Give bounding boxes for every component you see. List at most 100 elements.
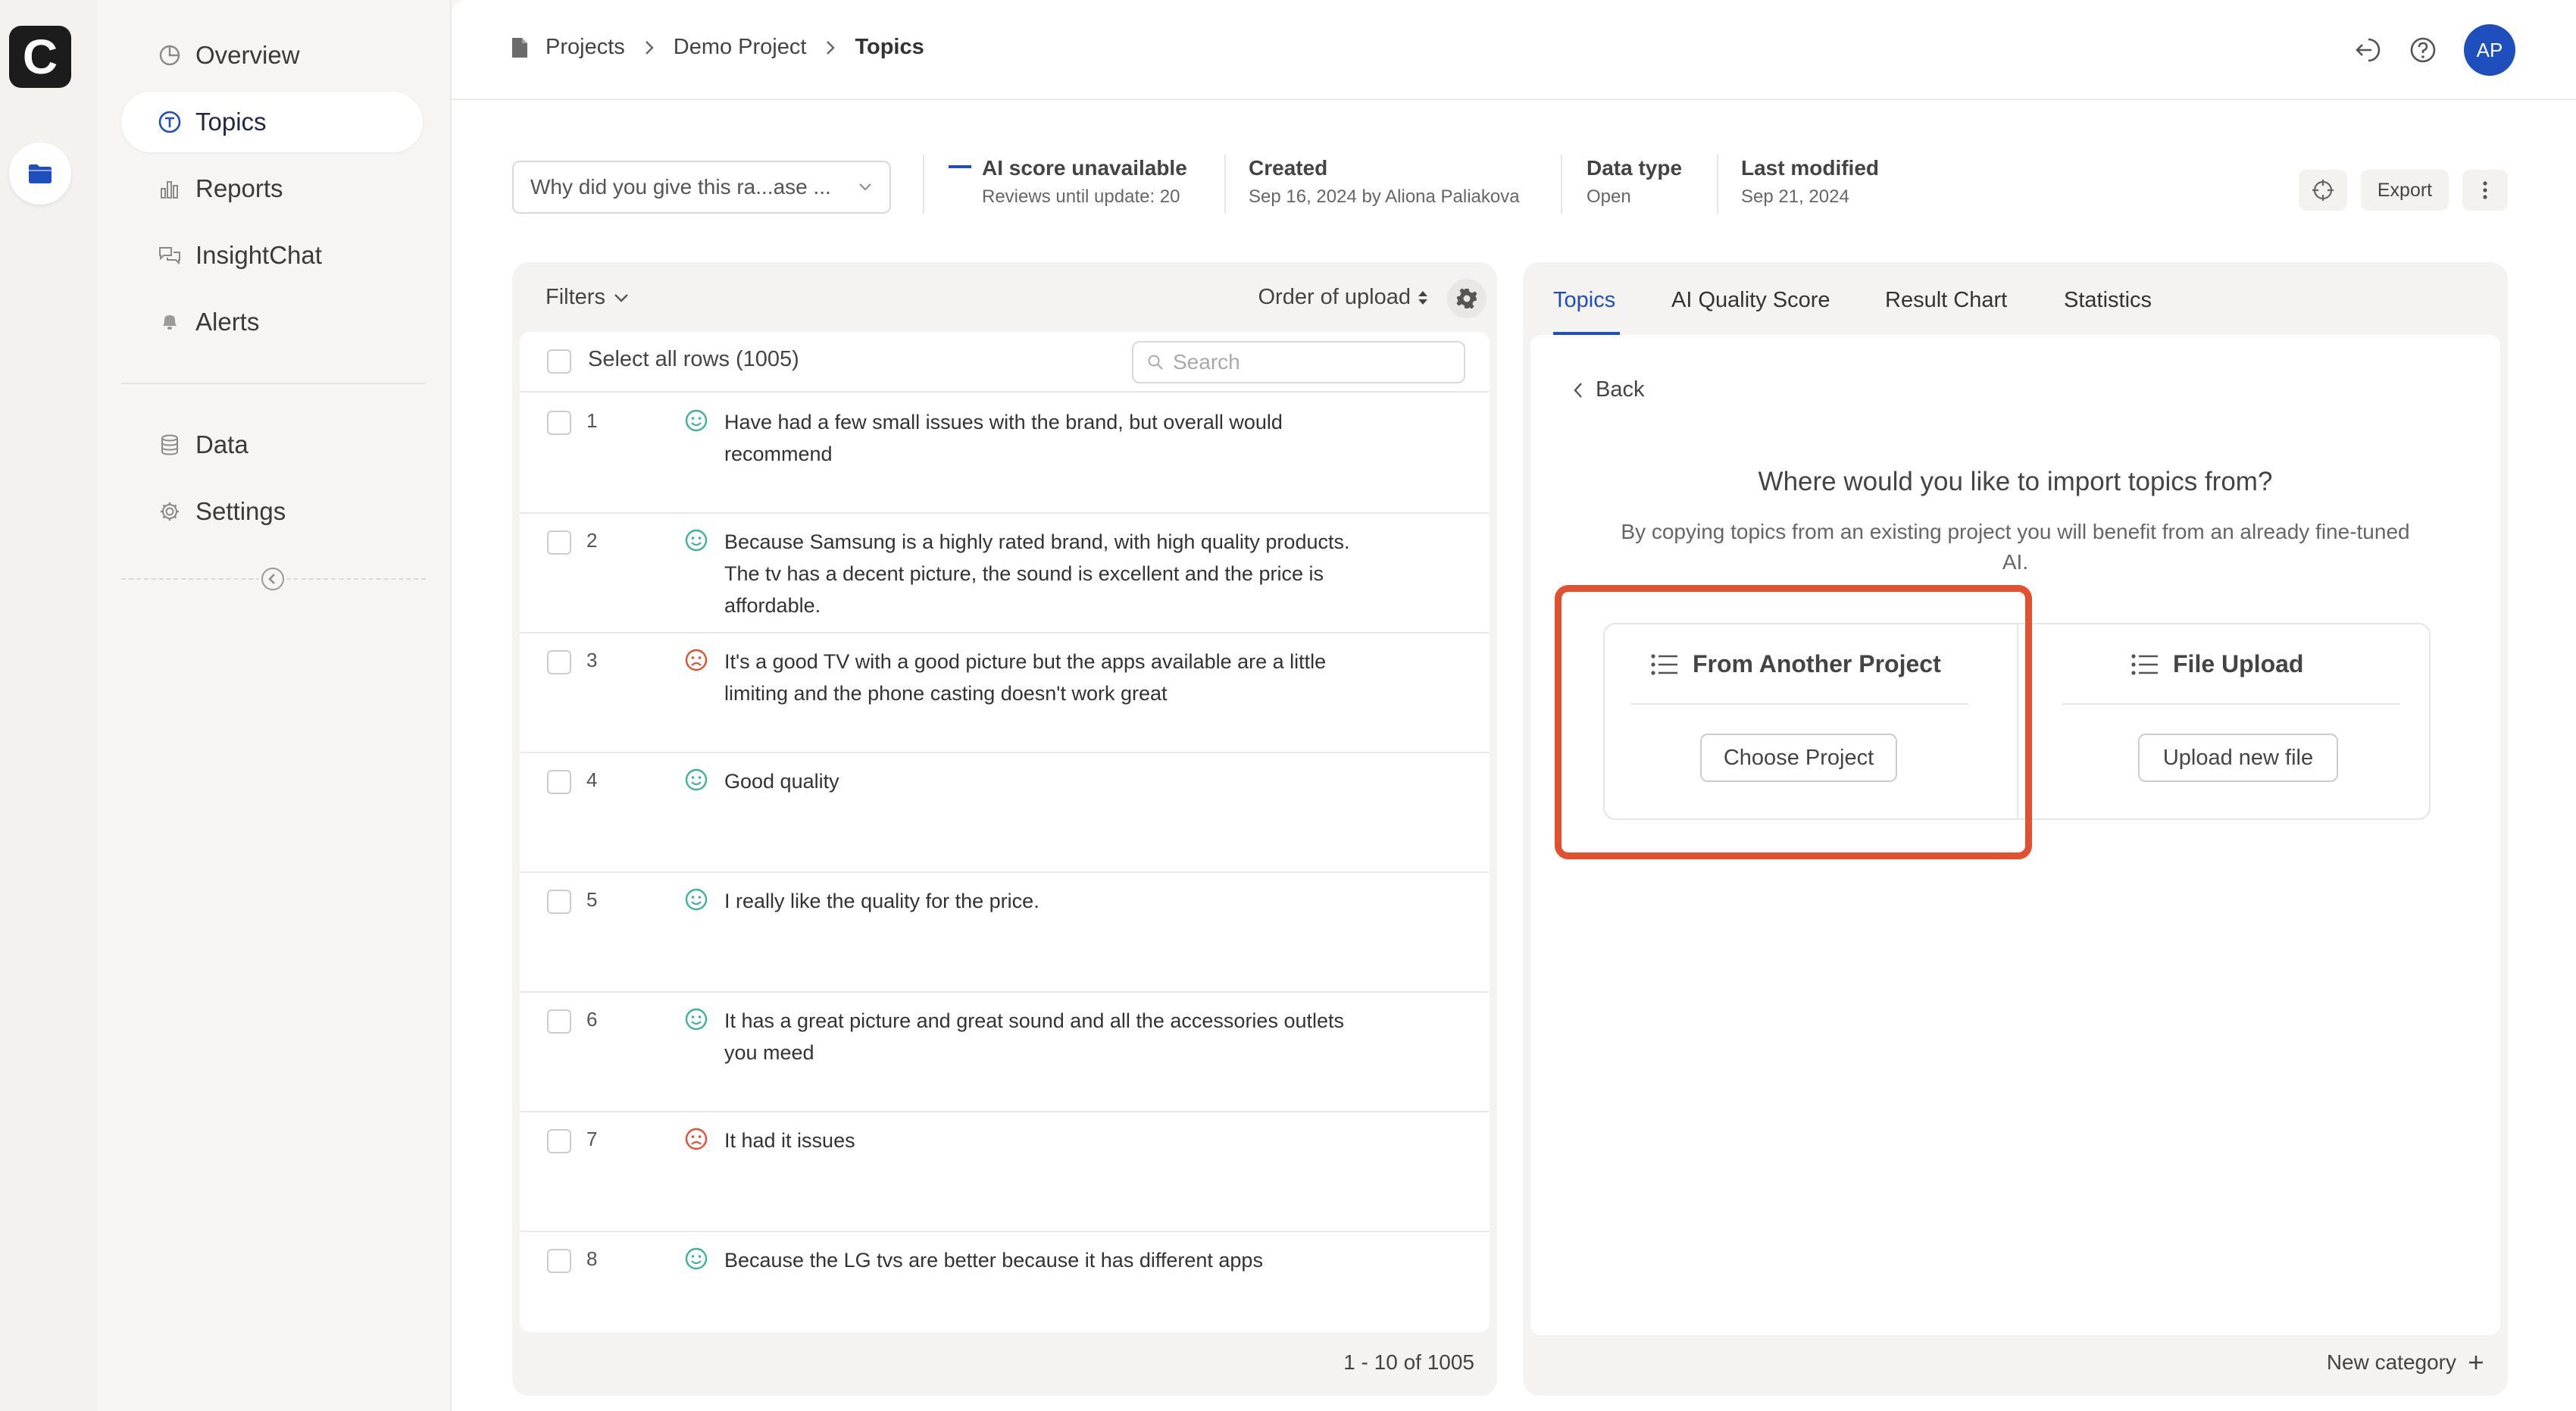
row-text: It's a good TV with a good picture but t… [724,650,1327,705]
sidebar-item-label: InsightChat [195,241,322,269]
gear-icon [158,499,182,524]
row-number: 4 [586,768,598,791]
app-logo[interactable]: C [9,26,71,88]
row-checkbox[interactable] [547,530,571,555]
target-button[interactable] [2299,170,2347,211]
back-label: Back [1596,377,1645,402]
option-title-label: From Another Project [1693,650,1941,677]
breadcrumb: Projects Demo Project Topics [511,35,924,60]
table-row[interactable]: 8 Because the LG tvs are better because i… [520,1231,1490,1332]
breadcrumb-project[interactable]: Demo Project [674,35,807,60]
tab-topics[interactable]: Topics [1553,288,1615,313]
tab-statistics[interactable]: Statistics [2064,288,2152,313]
gear-icon [1455,286,1479,311]
sidebar-item-insightchat[interactable]: InsightChat [121,225,423,286]
back-button[interactable]: Back [1573,377,1644,402]
sad-face-icon [683,1126,709,1152]
topics-panel: Topics AI Quality Score Result Chart Sta… [1523,262,2508,1396]
help-icon[interactable] [2408,35,2438,65]
smiley-face-icon [683,527,709,553]
smiley-face-icon [683,887,709,912]
search-input[interactable]: Search [1132,341,1465,383]
created-sub: Sep 16, 2024 by Aliona Paliakova [1249,186,1520,207]
sidebar-item-label: Data [195,430,249,458]
row-number: 7 [586,1128,598,1150]
topic-t-icon [158,110,182,134]
option-another-project: From Another Project Choose Project [1605,624,2017,818]
table-settings-button[interactable] [1447,279,1487,318]
row-checkbox[interactable] [547,1009,571,1034]
select-all-checkbox[interactable] [547,349,571,374]
sidebar-item-label: Overview [195,41,300,69]
kebab-menu-icon [2482,180,2488,201]
data-type-info: Data type Open [1587,156,1682,208]
sort-order-button[interactable]: Order of upload [1258,285,1429,310]
export-button[interactable]: Export [2361,170,2449,211]
row-number: 8 [586,1247,598,1270]
filters-button[interactable]: Filters [546,285,630,310]
row-text: Have had a few small issues with the bra… [724,411,1283,465]
tab-ai-quality-score[interactable]: AI Quality Score [1671,288,1830,313]
responses-table: Select all rows (1005) Search 1 Have had … [520,332,1490,1332]
table-header: Select all rows (1005) Search [520,332,1490,393]
row-checkbox[interactable] [547,1129,571,1153]
table-row[interactable]: 4 Good quality [520,752,1490,873]
smiley-face-icon [683,1246,709,1272]
table-row[interactable]: 2 Because Samsung is a highly rated brand… [520,512,1490,634]
chevron-right-icon [824,39,836,56]
created-title: Created [1249,156,1328,180]
option-title: From Another Project [1650,650,1941,678]
ai-score-indicator [949,165,971,168]
sidebar-item-data[interactable]: Data [121,415,423,475]
row-number: 6 [586,1008,598,1031]
table-row[interactable]: 3 It's a good TV with a good picture but … [520,632,1490,753]
tab-result-chart[interactable]: Result Chart [1885,288,2007,313]
new-category-label: New category [2326,1350,2456,1374]
row-text: Because the LG tvs are better because it… [724,1249,1263,1272]
sad-face-icon [683,647,709,673]
sidebar-item-topics[interactable]: Topics [121,92,423,152]
sidebar-item-label: Alerts [195,308,260,336]
table-row[interactable]: 1 Have had a few small issues with the br… [520,393,1490,514]
import-topics-card: Back Where would you like to import topi… [1530,335,2500,1335]
question-select[interactable]: Why did you give this ra...ase ... [512,161,891,214]
sidebar-item-settings[interactable]: Settings [121,481,423,542]
ai-score-info: AI score unavailable Reviews until updat… [982,156,1187,208]
top-bar-actions: AP [2352,24,2515,76]
breadcrumb-projects[interactable]: Projects [546,35,625,60]
row-checkbox[interactable] [547,890,571,914]
folder-icon [27,162,53,185]
sidebar-item-alerts[interactable]: Alerts [121,292,423,352]
responses-panel: Filters Order of upload Select all rows … [512,262,1497,1396]
sidebar-divider [121,383,426,384]
chevron-left-icon [260,566,286,592]
row-checkbox[interactable] [547,411,571,435]
more-options-button[interactable] [2462,170,2508,211]
sidebar-item-overview[interactable]: Overview [121,25,423,86]
sidebar-item-reports[interactable]: Reports [121,158,423,219]
option-divider [2062,703,2400,705]
ai-score-title: AI score unavailable [982,156,1187,180]
sidebar-item-label: Reports [195,174,283,202]
table-row[interactable]: 7 It had it issues [520,1111,1490,1232]
sidebar: Overview Topics Reports InsightChat Aler… [97,0,452,1411]
table-row[interactable]: 6 It has a great picture and great sound … [520,991,1490,1112]
projects-rail-button[interactable] [9,142,71,205]
choose-project-button[interactable]: Choose Project [1700,734,1897,782]
new-category-button[interactable]: New category [2327,1350,2485,1375]
avatar[interactable]: AP [2464,24,2515,76]
smiley-face-icon [683,1006,709,1032]
row-checkbox[interactable] [547,1249,571,1273]
last-modified-info: Last modified Sep 21, 2024 [1741,156,1879,208]
exit-icon[interactable] [2352,35,2382,65]
crosshair-icon [2311,178,2335,202]
upload-new-file-button[interactable]: Upload new file [2138,734,2338,782]
sidebar-item-label: Settings [195,497,286,525]
table-row[interactable]: 5 I really like the quality for the price… [520,871,1490,993]
row-text: Because Samsung is a highly rated brand,… [724,530,1350,617]
search-icon [1147,354,1164,371]
row-checkbox[interactable] [547,770,571,794]
collapse-sidebar-button[interactable] [259,565,286,593]
row-checkbox[interactable] [547,650,571,674]
divider [1224,155,1226,214]
